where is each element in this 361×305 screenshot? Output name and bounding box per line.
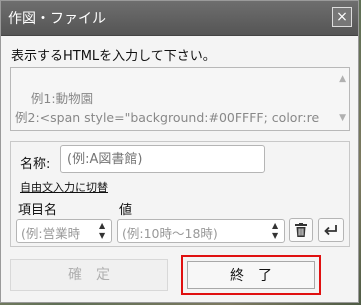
- html-input-textarea[interactable]: 例1:動物園 例2:<span style="background:#00FFF…: [10, 67, 350, 131]
- end-button[interactable]: 終了: [187, 261, 315, 289]
- scroll-down-icon[interactable]: ▼: [339, 109, 346, 128]
- dialog-titlebar: 作図・ファイル ×: [1, 1, 358, 36]
- freetext-toggle-link[interactable]: 自由文入力に切替: [20, 179, 108, 195]
- prompt-text: 表示するHTMLを入力して下さい。: [11, 49, 216, 64]
- key-stepper-icon[interactable]: ▲ ▼: [99, 221, 109, 241]
- scroll-up-icon[interactable]: ▲: [339, 70, 346, 89]
- attribute-group: 名称: 自由文入力に切替 項目名 値 (例:営業時 ▲▼ (例:10時〜18時)…: [10, 141, 350, 247]
- name-label: 名称:: [20, 157, 51, 172]
- end-button-highlight: 終了: [181, 255, 321, 295]
- key-column-header: 項目名: [18, 203, 58, 218]
- delete-row-button[interactable]: [289, 218, 313, 242]
- close-icon: ×: [336, 9, 348, 25]
- key-input[interactable]: (例:営業時 ▲ ▼: [16, 219, 112, 243]
- trash-icon: [295, 222, 307, 237]
- value-column-header: 値: [119, 203, 133, 218]
- value-input[interactable]: (例:10時〜18時) ▲ ▼: [117, 219, 285, 243]
- example-placeholder: 例1:動物園 例2:<span style="background:#00FFF…: [15, 91, 320, 130]
- return-arrow-icon: [324, 224, 337, 235]
- key-placeholder: (例:営業時: [21, 226, 81, 241]
- dialog: 作図・ファイル × 表示するHTMLを入力して下さい。 例1:動物園 例2:<s…: [0, 0, 359, 303]
- confirm-button[interactable]: 確定: [10, 259, 168, 291]
- add-row-button[interactable]: [318, 218, 344, 242]
- dialog-title: 作図・ファイル: [8, 11, 106, 27]
- value-placeholder: (例:10時〜18時): [122, 226, 218, 241]
- name-input[interactable]: [60, 145, 265, 173]
- close-button[interactable]: ×: [332, 7, 352, 27]
- value-stepper-icon[interactable]: ▲ ▼: [272, 221, 282, 241]
